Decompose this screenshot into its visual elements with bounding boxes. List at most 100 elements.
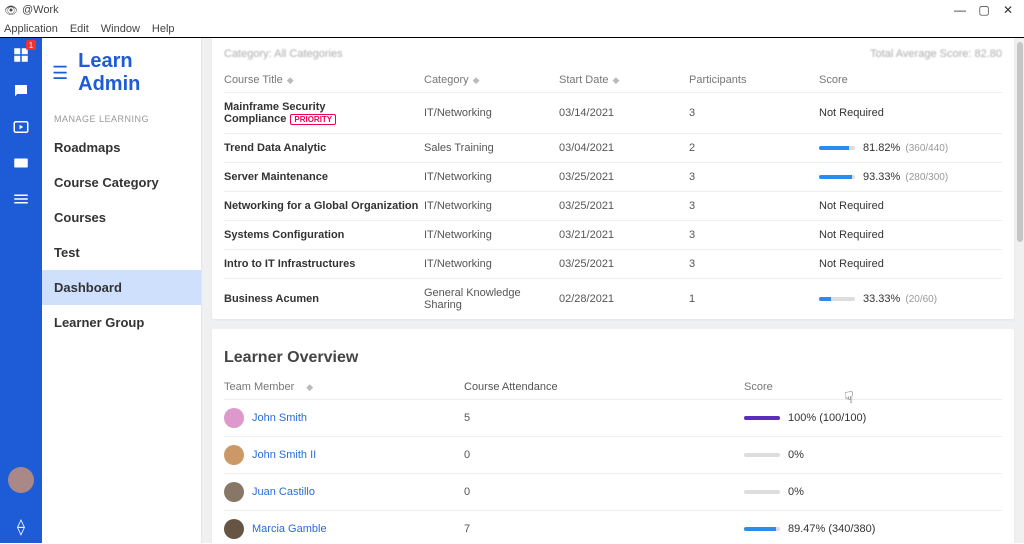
course-title: Systems Configuration	[224, 229, 344, 241]
course-participants: 1	[689, 293, 819, 305]
course-row[interactable]: Networking for a Global Organization IT/N…	[224, 191, 1002, 220]
col-course-title[interactable]: Course Title	[224, 74, 283, 86]
sort-icon[interactable]: ◆	[473, 75, 480, 85]
avatar	[224, 408, 244, 428]
course-row[interactable]: Server Maintenance IT/Networking03/25/202…	[224, 162, 1002, 191]
rail-home-icon[interactable]: 1	[10, 44, 32, 66]
rail-card-icon[interactable]	[10, 152, 32, 174]
learner-row[interactable]: Marcia Gamble 7 89.47% (340/380)	[224, 510, 1002, 543]
course-title: Intro to IT Infrastructures	[224, 258, 355, 270]
eye-icon: 👁	[4, 4, 18, 17]
menu-window[interactable]: Window	[101, 23, 140, 35]
learner-attendance: 5	[464, 412, 744, 424]
sort-icon[interactable]: ◆	[306, 382, 313, 393]
menu-application[interactable]: Application	[4, 23, 58, 35]
course-row[interactable]: Systems ConfigurationIT/Networking03/21/…	[224, 220, 1002, 249]
course-category: IT/Networking	[424, 258, 559, 270]
score-text: 81.82%	[863, 142, 900, 154]
close-button[interactable]: ✕	[996, 3, 1020, 17]
menu-edit[interactable]: Edit	[70, 23, 89, 35]
hamburger-icon[interactable]: ☰	[52, 63, 68, 84]
rail-play-icon[interactable]	[10, 116, 32, 138]
learner-attendance: 0	[464, 449, 744, 461]
sidebar-item-dashboard[interactable]: Dashboard	[42, 270, 201, 305]
course-row[interactable]: Mainframe Security CompliancePRIORITYIT/…	[224, 92, 1002, 133]
maximize-button[interactable]: ▢	[972, 3, 996, 17]
sidebar-item-roadmaps[interactable]: Roadmaps	[42, 130, 201, 165]
score-text: 93.33%	[863, 171, 900, 183]
col-learner-score[interactable]: Score	[744, 381, 773, 393]
course-row[interactable]: Trend Data AnalyticSales Training03/04/2…	[224, 133, 1002, 162]
learner-row[interactable]: John Smith5100% (100/100)	[224, 399, 1002, 436]
course-category: IT/Networking	[424, 200, 559, 212]
score-bar	[744, 527, 780, 531]
avatar	[224, 519, 244, 539]
score-text: Not Required	[819, 229, 884, 241]
score-bar	[819, 297, 855, 301]
sidebar: ☰ Learn Admin MANAGE LEARNING RoadmapsCo…	[42, 38, 202, 543]
score-bar	[819, 175, 855, 179]
course-title: Networking for a Global Organization	[224, 200, 418, 212]
course-title: Business Acumen	[224, 293, 319, 305]
course-category: Sales Training	[424, 142, 559, 154]
sidebar-item-course-category[interactable]: Course Category	[42, 165, 201, 200]
course-title: Server Maintenance	[224, 171, 328, 183]
score-bar	[744, 490, 780, 494]
col-team-member[interactable]: Team Member	[224, 381, 294, 393]
course-row[interactable]: Intro to IT Infrastructures IT/Networking…	[224, 249, 1002, 278]
sidebar-item-test[interactable]: Test	[42, 235, 201, 270]
sort-icon[interactable]: ◆	[613, 75, 620, 85]
sidebar-item-courses[interactable]: Courses	[42, 200, 201, 235]
filter-category[interactable]: Category: All Categories	[224, 48, 343, 60]
score-text: Not Required	[819, 107, 884, 119]
course-category: General Knowledge Sharing	[424, 287, 559, 311]
learner-name[interactable]: Marcia Gamble	[252, 523, 327, 535]
score-bar	[744, 416, 780, 420]
learner-row[interactable]: Juan Castillo00%	[224, 473, 1002, 510]
score-bar	[819, 146, 855, 150]
score-text: 89.47% (340/380)	[788, 523, 875, 535]
user-avatar[interactable]	[8, 467, 34, 493]
course-title: Trend Data Analytic	[224, 142, 326, 154]
rail-menu-icon[interactable]	[10, 188, 32, 210]
window-title: @Work	[22, 4, 59, 16]
priority-badge: PRIORITY	[290, 114, 336, 125]
col-category[interactable]: Category	[424, 74, 469, 86]
notification-badge: 1	[26, 40, 36, 50]
rail-chat-icon[interactable]	[10, 80, 32, 102]
course-participants: 3	[689, 229, 819, 241]
total-average-score: Total Average Score: 82.80	[870, 48, 1002, 60]
course-participants: 3	[689, 200, 819, 212]
sidebar-item-learner-group[interactable]: Learner Group	[42, 305, 201, 340]
learner-attendance: 7	[464, 523, 744, 535]
app-title: Learn Admin	[78, 50, 191, 96]
course-category: IT/Networking	[424, 229, 559, 241]
learner-name[interactable]: Juan Castillo	[252, 486, 315, 498]
minimize-button[interactable]: —	[948, 3, 972, 17]
scrollbar-thumb[interactable]	[1017, 42, 1023, 242]
course-participants: 2	[689, 142, 819, 154]
learner-name[interactable]: John Smith II	[252, 449, 316, 461]
rail-link-icon[interactable]: ⟠	[17, 517, 25, 537]
course-category: IT/Networking	[424, 171, 559, 183]
course-start-date: 03/25/2021	[559, 171, 689, 183]
col-score[interactable]: Score	[819, 74, 848, 86]
avatar	[224, 445, 244, 465]
sort-icon[interactable]: ◆	[287, 75, 294, 85]
course-category: IT/Networking	[424, 107, 559, 119]
col-start-date[interactable]: Start Date	[559, 74, 609, 86]
menubar: Application Edit Window Help	[0, 20, 1024, 38]
sidebar-section-label: MANAGE LEARNING	[42, 108, 201, 130]
col-participants[interactable]: Participants	[689, 74, 746, 86]
content-area: Category: All Categories Total Average S…	[202, 38, 1024, 543]
menu-help[interactable]: Help	[152, 23, 175, 35]
course-participants: 3	[689, 171, 819, 183]
learner-row[interactable]: John Smith II00%	[224, 436, 1002, 473]
score-sub: (280/300)	[905, 172, 948, 183]
learner-name[interactable]: John Smith	[252, 412, 307, 424]
col-attendance[interactable]: Course Attendance	[464, 381, 558, 393]
course-row[interactable]: Business Acumen General Knowledge Sharing…	[224, 278, 1002, 319]
scrollbar[interactable]	[1016, 38, 1024, 543]
left-rail: 1 ⟠	[0, 38, 42, 543]
score-sub: (360/440)	[905, 143, 948, 154]
